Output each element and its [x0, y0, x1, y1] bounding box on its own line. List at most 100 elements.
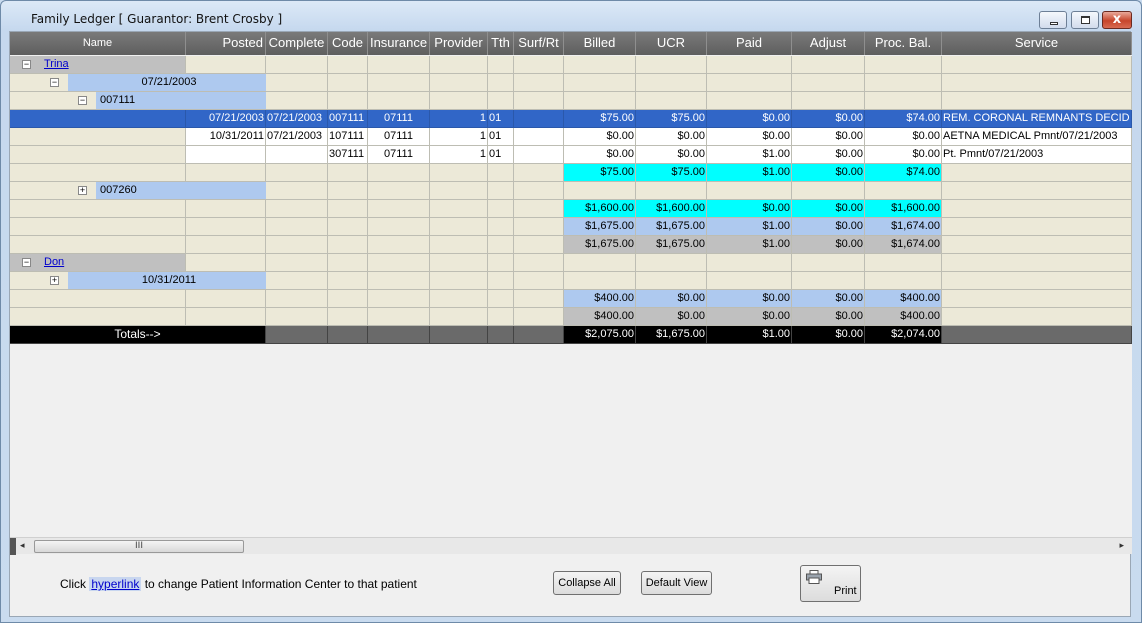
- patient-link-don[interactable]: Don: [40, 254, 182, 271]
- cell-adjust: $0.00: [792, 164, 865, 182]
- cell-surf: [514, 272, 564, 290]
- cell-paid: $1.00: [707, 218, 792, 236]
- cell-adjust: [792, 92, 865, 110]
- patient-row-trina[interactable]: − Trina: [10, 56, 1132, 74]
- cell-ucr: $75.00: [636, 164, 707, 182]
- scroll-left-icon[interactable]: ◂: [20, 541, 25, 551]
- cell-complete: [266, 182, 328, 200]
- printer-icon: [806, 570, 822, 584]
- code-group-row[interactable]: −007111: [10, 92, 1132, 110]
- close-button[interactable]: x: [1102, 11, 1132, 29]
- collapse-icon[interactable]: −: [50, 78, 59, 87]
- default-view-button[interactable]: Default View: [641, 571, 712, 595]
- cell-complete: [266, 236, 328, 254]
- cell-provider: [430, 308, 488, 326]
- cell-tth: [488, 56, 514, 74]
- cell-tth: [488, 200, 514, 218]
- cell-posted: [186, 200, 266, 218]
- col-header-proc-bal[interactable]: Proc. Bal.: [865, 32, 942, 55]
- collapse-all-button[interactable]: Collapse All: [553, 571, 621, 595]
- patient-link-trina[interactable]: Trina: [40, 56, 182, 73]
- col-header-provider[interactable]: Provider: [430, 32, 488, 55]
- scroll-right-icon[interactable]: ▸: [1119, 541, 1124, 551]
- subtotal-row[interactable]: $1,675.00 $1,675.00 $1.00 $0.00 $1,674.00: [10, 218, 1132, 236]
- col-header-billed[interactable]: Billed: [564, 32, 636, 55]
- cell-service: [942, 218, 1132, 236]
- col-header-insurance[interactable]: Insurance: [368, 32, 430, 55]
- col-header-adjust[interactable]: Adjust: [792, 32, 865, 55]
- subtotal-row[interactable]: $75.00 $75.00 $1.00 $0.00 $74.00: [10, 164, 1132, 182]
- cell-paid: [707, 56, 792, 74]
- code-group-row[interactable]: +007260: [10, 182, 1132, 200]
- cell-ucr: $0.00: [636, 290, 707, 308]
- transaction-row[interactable]: 307111 07111 1 01 $0.00 $0.00 $1.00 $0.00 $0.00 P…: [10, 146, 1132, 164]
- cell-name: [10, 164, 186, 182]
- col-header-complete[interactable]: Complete: [266, 32, 328, 55]
- date-group-row[interactable]: +10/31/2011: [10, 272, 1132, 290]
- col-header-service[interactable]: Service: [942, 32, 1132, 55]
- cell-adjust: [792, 272, 865, 290]
- subtotal-row[interactable]: $1,675.00 $1,675.00 $1.00 $0.00 $1,674.00: [10, 236, 1132, 254]
- cell-billed: $1,675.00: [564, 236, 636, 254]
- col-header-name[interactable]: Name: [10, 32, 186, 55]
- cell-bal: $1,674.00: [865, 236, 942, 254]
- horizontal-scrollbar[interactable]: ◂ III ▸: [10, 537, 1132, 555]
- cell-posted: [186, 164, 266, 182]
- cell-surf: [514, 290, 564, 308]
- cell-bal: [865, 182, 942, 200]
- patient-row-don[interactable]: − Don: [10, 254, 1132, 272]
- cell-code: 107111: [328, 128, 368, 146]
- collapse-icon[interactable]: −: [22, 60, 31, 69]
- expand-icon[interactable]: +: [50, 276, 59, 285]
- cell-surf: [514, 218, 564, 236]
- date-group-row[interactable]: −07/21/2003: [10, 74, 1132, 92]
- cell-surf: [514, 308, 564, 326]
- subtotal-row[interactable]: $1,600.00 $1,600.00 $0.00 $0.00 $1,600.00: [10, 200, 1132, 218]
- cell-complete: [266, 200, 328, 218]
- totals-row[interactable]: $2,075.00 $1,675.00 $1.00 $0.00 $2,074.00 Tot…: [10, 326, 1132, 344]
- cell-paid: $1.00: [707, 164, 792, 182]
- col-header-surf[interactable]: Surf/Rt: [514, 32, 564, 55]
- cell-insurance: [368, 326, 430, 344]
- date-group-label: 10/31/2011: [68, 272, 266, 289]
- cell-ucr: $0.00: [636, 146, 707, 164]
- cell-tth: [488, 272, 514, 290]
- collapse-icon[interactable]: −: [22, 258, 31, 267]
- cell-bal: $2,074.00: [865, 326, 942, 344]
- cell-code: 307111: [328, 146, 368, 164]
- cell-complete: [266, 290, 328, 308]
- minimize-button[interactable]: [1039, 11, 1067, 29]
- cell-bal: [865, 92, 942, 110]
- maximize-button[interactable]: [1071, 11, 1099, 29]
- cell-code: [328, 236, 368, 254]
- transaction-row[interactable]: 10/31/2011 07/21/2003 107111 07111 1 01 $0.00 $…: [10, 128, 1132, 146]
- cell-surf: [514, 56, 564, 74]
- col-header-code[interactable]: Code: [328, 32, 368, 55]
- cell-posted: 07/21/2003: [186, 110, 266, 128]
- cell-adjust: $0.00: [792, 200, 865, 218]
- cell-adjust: [792, 182, 865, 200]
- col-header-ucr[interactable]: UCR: [636, 32, 707, 55]
- print-label: Print: [834, 585, 857, 597]
- col-header-tth[interactable]: Tth: [488, 32, 514, 55]
- scroll-thumb[interactable]: III: [34, 540, 244, 553]
- collapse-icon[interactable]: −: [78, 96, 87, 105]
- cell-adjust: [792, 56, 865, 74]
- cell-insurance: [368, 56, 430, 74]
- print-button[interactable]: Print: [800, 565, 861, 602]
- hint-suffix: to change Patient Information Center to …: [141, 577, 417, 591]
- cell-adjust: [792, 74, 865, 92]
- cell-provider: [430, 200, 488, 218]
- transaction-row[interactable]: 07/21/2003 07/21/2003 007111 07111 1 01 $75.00…: [10, 110, 1132, 128]
- col-header-posted[interactable]: Posted: [186, 32, 266, 55]
- expand-icon[interactable]: +: [78, 186, 87, 195]
- cell-posted: [186, 56, 266, 74]
- cell-provider: [430, 290, 488, 308]
- cell-bal: $74.00: [865, 164, 942, 182]
- subtotal-row[interactable]: $400.00 $0.00 $0.00 $0.00 $400.00: [10, 308, 1132, 326]
- cell-service: [942, 200, 1132, 218]
- col-header-paid[interactable]: Paid: [707, 32, 792, 55]
- subtotal-row[interactable]: $400.00 $0.00 $0.00 $0.00 $400.00: [10, 290, 1132, 308]
- cell-tth: [488, 92, 514, 110]
- cell-adjust: $0.00: [792, 290, 865, 308]
